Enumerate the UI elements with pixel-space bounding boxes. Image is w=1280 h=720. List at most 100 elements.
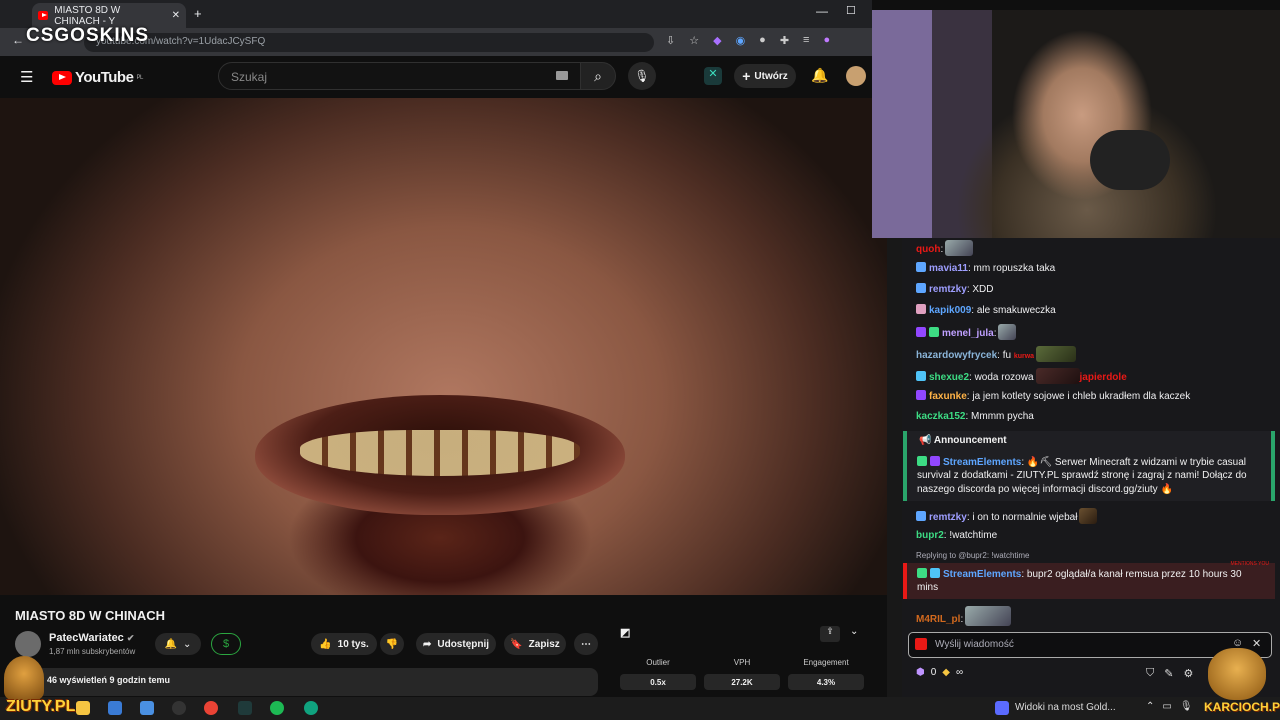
share-button[interactable]: ➦ Udostępnij (416, 633, 496, 655)
notifications-bell-icon[interactable]: 🔔 (811, 67, 828, 84)
new-tab-icon[interactable]: + (194, 6, 202, 21)
more-actions-button[interactable]: ⋯ (574, 633, 598, 655)
badge-icon (916, 283, 926, 293)
chat-username[interactable]: remtzky (929, 512, 967, 523)
chrome-icon[interactable] (204, 701, 218, 715)
media-player-icon[interactable] (995, 701, 1009, 715)
media-icon[interactable]: ≡ (803, 34, 809, 47)
chat-username[interactable]: kaczka152 (916, 411, 966, 422)
emote-image (1036, 346, 1077, 362)
chat-username[interactable]: remtzky (929, 284, 967, 295)
stat-label-outlier: Outlier (646, 658, 670, 667)
install-icon[interactable]: ⇩ (666, 34, 675, 47)
chat-username[interactable]: faxunke (929, 391, 967, 402)
puzzle-icon[interactable]: ✚ (780, 34, 789, 47)
back-icon[interactable]: ← (12, 33, 24, 47)
announcement-header: 📢 Announcement (919, 435, 1007, 446)
export-icon[interactable]: ⇪ (820, 626, 840, 642)
chat-text: : ja jem kotlety sojowe i chleb ukradłem… (966, 391, 1191, 402)
mic-icon[interactable]: 🎙 (1180, 701, 1193, 712)
chat-username[interactable]: menel_jula (942, 328, 994, 339)
chat-message: remtzky: XDD (916, 283, 993, 295)
search-input[interactable]: Szukaj (218, 62, 582, 90)
keyboard-icon[interactable] (556, 71, 568, 80)
chat-username[interactable]: shexue2 (929, 372, 969, 383)
chevron-down-icon[interactable]: ⌄ (850, 626, 858, 637)
minimize-icon[interactable]: — (816, 4, 828, 18)
badge-icon (916, 304, 926, 314)
profile-icon[interactable]: ● (823, 34, 830, 47)
dislike-button[interactable]: 👎 (380, 633, 404, 655)
badge-icon (916, 371, 926, 381)
chatgpt-icon[interactable] (304, 701, 318, 715)
spotify-icon[interactable] (270, 701, 284, 715)
bookmark-star-icon[interactable]: ☆ (689, 34, 699, 47)
stats-panel: ◩ ⇪ ⌄ Outlier VPH Engagement 0.5x 27.2K … (610, 616, 874, 698)
youtube-logo[interactable]: YouTube PL (52, 69, 143, 86)
close-tab-icon[interactable]: ✕ (172, 10, 180, 21)
reply-context[interactable]: Replying to @bupr2: !watchtime (916, 551, 1030, 560)
chat-text: : (960, 614, 964, 625)
search-button[interactable]: ⌕ (580, 62, 616, 90)
extension-icon[interactable]: ◆ (713, 34, 721, 47)
karcioch-mascot (1208, 648, 1266, 700)
chat-message: shexue2: woda rozowa japierdole (916, 368, 1127, 384)
app-icon[interactable] (238, 701, 252, 715)
chat-username[interactable]: hazardowyfrycek (916, 350, 997, 361)
channel-avatar[interactable] (15, 631, 41, 657)
chat-username[interactable]: StreamElements (943, 457, 1021, 468)
extension-icon[interactable]: ● (759, 34, 766, 47)
subscriber-count: 1,87 mln subskrybentów (49, 647, 136, 656)
menu-icon[interactable]: ☰ (20, 68, 33, 86)
emote-image (1035, 368, 1080, 384)
chat-message: M4RIL_pl: (916, 606, 1012, 626)
shield-icon[interactable]: ⛉ (1146, 667, 1154, 680)
obs-icon[interactable] (172, 701, 186, 715)
chat-username[interactable]: mavia11 (929, 263, 968, 274)
app-icon[interactable] (140, 701, 154, 715)
media-title[interactable]: Widoki na most Gold... (1015, 702, 1116, 713)
video-title: MIASTO 8D W CHINACH (15, 608, 165, 623)
account-avatar[interactable] (846, 66, 866, 86)
gear-icon[interactable]: ⚙ (1183, 667, 1193, 680)
channel-points[interactable]: ⬢ 0 ◆ ∞ (916, 667, 963, 678)
chat-badge-icon[interactable] (915, 638, 927, 650)
emote-text: kurwa (1013, 353, 1035, 360)
battery-icon[interactable]: ▭ (1162, 701, 1171, 712)
subscription-bell-button[interactable]: 🔔 ⌄ (155, 633, 201, 655)
chat-username[interactable]: M4RIL_pl (916, 614, 960, 625)
file-explorer-icon[interactable] (76, 701, 90, 715)
badge-icon (916, 511, 926, 521)
share-icon: ➦ (422, 638, 432, 650)
chevron-up-icon[interactable]: ⌃ (1146, 701, 1154, 712)
app-icon[interactable] (108, 701, 122, 715)
channel-name[interactable]: PatecWariatec ✔ (49, 632, 134, 644)
chat-username[interactable]: bupr2 (916, 530, 944, 541)
extension-icon[interactable]: ✕ (704, 67, 722, 85)
url-field[interactable]: youtube.com/watch?v=1UdacJCySFQ (84, 33, 654, 52)
bell-icon: 🔔 (164, 638, 178, 650)
badge-icon (930, 456, 940, 466)
browser-extension-icons: ⇩ ☆ ◆ ◉ ● ✚ ≡ ● (666, 34, 830, 47)
streamer-webcam (872, 10, 1280, 238)
description-box[interactable]: 46 wyświetleń 9 godzin temu (15, 668, 598, 696)
chat-username[interactable]: kapik009 (929, 305, 971, 316)
stat-label-engagement: Engagement (803, 658, 849, 667)
like-button[interactable]: 👍 10 tys. (311, 633, 377, 655)
chat-username[interactable]: StreamElements (943, 569, 1021, 580)
extension-icon[interactable]: ✕ (1252, 637, 1261, 650)
chat-text: : fu (997, 350, 1012, 361)
chat-message: bupr2: !watchtime (916, 530, 997, 541)
emote-image (965, 606, 1012, 626)
create-button[interactable]: + Utwórz (734, 64, 796, 88)
voice-search-button[interactable]: 🎙 (628, 62, 656, 90)
save-button[interactable]: 🔖 Zapisz (504, 633, 566, 655)
mod-icon[interactable]: ✎ (1164, 667, 1173, 680)
emote-image (945, 240, 974, 256)
mention-line: StreamElements: bupr2 oglądał/a kanał re… (917, 568, 1242, 580)
video-player[interactable] (0, 98, 887, 595)
maximize-icon[interactable]: ☐ (846, 4, 856, 17)
chat-username[interactable]: quoh (916, 244, 940, 255)
extension-icon[interactable]: ◉ (736, 34, 746, 47)
thanks-button[interactable]: $ (211, 633, 241, 655)
